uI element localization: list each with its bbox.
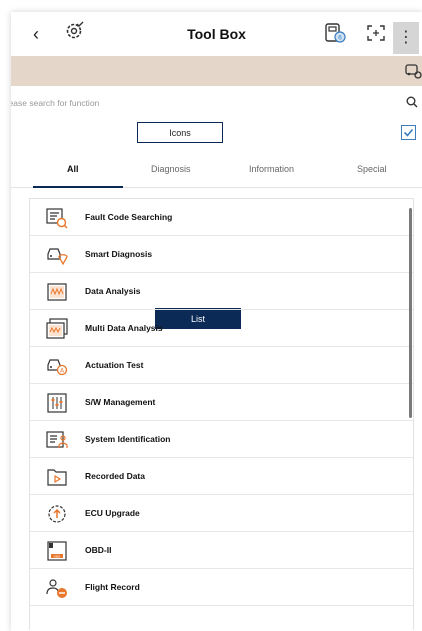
- list-item-label: Multi Data Analysis: [85, 323, 163, 333]
- tab-diagnosis[interactable]: Diagnosis: [151, 164, 191, 174]
- tab-information[interactable]: Information: [249, 164, 294, 174]
- list-item[interactable]: A Actuation Test: [30, 347, 413, 384]
- select-checkbox[interactable]: [401, 125, 416, 140]
- expand-icon[interactable]: [365, 23, 387, 43]
- header: ‹ Tool Box 6 ⋮: [11, 12, 422, 56]
- tab-special[interactable]: Special: [357, 164, 387, 174]
- view-switch: Icons List: [137, 122, 309, 329]
- fault-code-search-icon: [46, 208, 68, 229]
- list-item-label: S/W Management: [85, 397, 156, 407]
- more-menu-button[interactable]: ⋮: [393, 22, 419, 54]
- data-analysis-icon: [47, 283, 67, 301]
- list-item[interactable]: Data Analysis: [30, 273, 413, 310]
- list-item-label: OBD-II: [85, 545, 112, 555]
- category-tabs: All Diagnosis Information Special: [11, 158, 422, 188]
- list-item-label: Smart Diagnosis: [85, 249, 153, 259]
- svg-text:6: 6: [338, 35, 342, 42]
- banner: [11, 56, 422, 86]
- list-item-label: Data Analysis: [85, 286, 141, 296]
- list-item[interactable]: Fault Code Searching: [30, 199, 413, 236]
- system-identification-icon: [46, 431, 68, 448]
- checkmark-icon: [403, 128, 414, 137]
- list-item[interactable]: Multi Data Analysis: [30, 310, 413, 347]
- list-item-label: ECU Upgrade: [85, 508, 140, 518]
- search-input[interactable]: [11, 92, 389, 114]
- sw-management-icon: [47, 393, 67, 413]
- list-item-label: Recorded Data: [85, 471, 145, 481]
- list-item[interactable]: S/W Management: [30, 384, 413, 421]
- car-search-icon[interactable]: [404, 62, 422, 80]
- icons-view-button[interactable]: Icons: [137, 122, 223, 143]
- smart-diagnosis-icon: [47, 248, 68, 266]
- ecu-upgrade-icon: [48, 505, 66, 523]
- list-item-label: Fault Code Searching: [85, 212, 173, 222]
- more-vertical-icon: ⋮: [398, 29, 414, 46]
- list-item[interactable]: Recorded Data: [30, 458, 413, 495]
- function-list: Fault Code Searching Smart Diagnosis Dat…: [29, 198, 414, 630]
- list-item[interactable]: System Identification: [30, 421, 413, 458]
- list-item[interactable]: Smart Diagnosis: [30, 236, 413, 273]
- svg-text:OBD: OBD: [54, 554, 61, 558]
- list-item[interactable]: OBD OBD-II: [30, 532, 413, 569]
- obd-ii-icon: OBD: [47, 541, 67, 561]
- list-scrollbar[interactable]: [409, 208, 412, 418]
- search-icon[interactable]: [406, 96, 418, 108]
- vci-connector-icon[interactable]: 6: [323, 21, 347, 45]
- tab-all[interactable]: All: [67, 164, 79, 174]
- list-item[interactable]: ECU Upgrade: [30, 495, 413, 532]
- page-title: Tool Box: [187, 26, 246, 42]
- list-item-label: System Identification: [85, 434, 171, 444]
- multi-data-analysis-icon: [46, 318, 68, 339]
- recorded-data-icon: [47, 469, 67, 486]
- list-item[interactable]: Flight Record: [30, 569, 413, 606]
- flight-record-icon: [46, 579, 67, 598]
- active-tab-indicator: [33, 186, 123, 188]
- list-item-label: Actuation Test: [85, 360, 144, 370]
- actuation-test-icon: A: [47, 359, 68, 376]
- list-item-label: Flight Record: [85, 582, 140, 592]
- search-bar: [11, 92, 422, 114]
- toolbox-window: ‹ Tool Box 6 ⋮ Please search for functio…: [11, 12, 422, 631]
